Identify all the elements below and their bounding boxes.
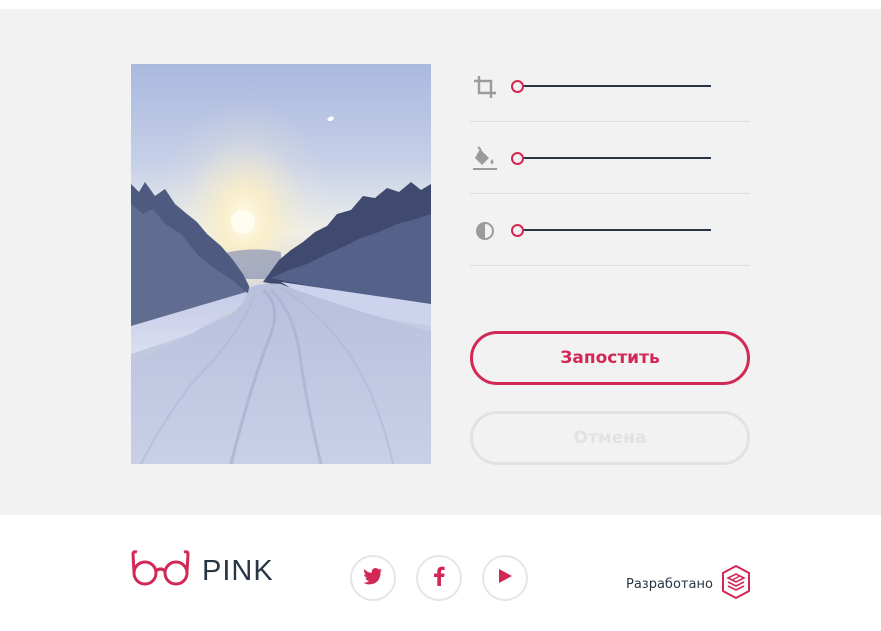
twitter-icon [363, 567, 383, 589]
footer: PINK Разработано [0, 515, 881, 631]
cancel-button[interactable]: Отмена [470, 411, 750, 465]
youtube-link[interactable] [482, 555, 528, 601]
fill-slider-track [517, 157, 711, 159]
facebook-link[interactable] [416, 555, 462, 601]
crop-slider[interactable] [511, 80, 711, 93]
pink-logo[interactable]: PINK [130, 549, 274, 593]
contrast-slider-track [517, 229, 711, 231]
crop-slider-thumb[interactable] [511, 80, 524, 93]
contrast-control [470, 194, 750, 266]
developer-credit[interactable]: Разработано [626, 564, 751, 603]
youtube-icon [497, 568, 513, 588]
crop-icon [472, 74, 498, 100]
developed-by-label: Разработано [626, 576, 713, 592]
page: Запостить Отмена PINK Разработано [0, 0, 881, 631]
developer-logo-icon [721, 564, 751, 603]
fill-slider-thumb[interactable] [511, 152, 524, 165]
contrast-slider[interactable] [511, 224, 711, 237]
fill-control [470, 122, 750, 194]
social-links [350, 555, 548, 601]
facebook-icon [433, 566, 445, 590]
fill-slider[interactable] [511, 152, 711, 165]
post-button[interactable]: Запостить [470, 331, 750, 385]
adjustment-controls [470, 50, 750, 266]
crop-slider-track [517, 85, 711, 87]
photo-editor: Запостить Отмена [0, 9, 881, 515]
glasses-icon [130, 549, 192, 593]
edited-photo [131, 64, 431, 464]
contrast-slider-thumb[interactable] [511, 224, 524, 237]
twitter-link[interactable] [350, 555, 396, 601]
crop-control [470, 50, 750, 122]
paint-bucket-icon [472, 146, 498, 172]
contrast-icon [472, 218, 498, 244]
logo-text: PINK [202, 554, 274, 587]
